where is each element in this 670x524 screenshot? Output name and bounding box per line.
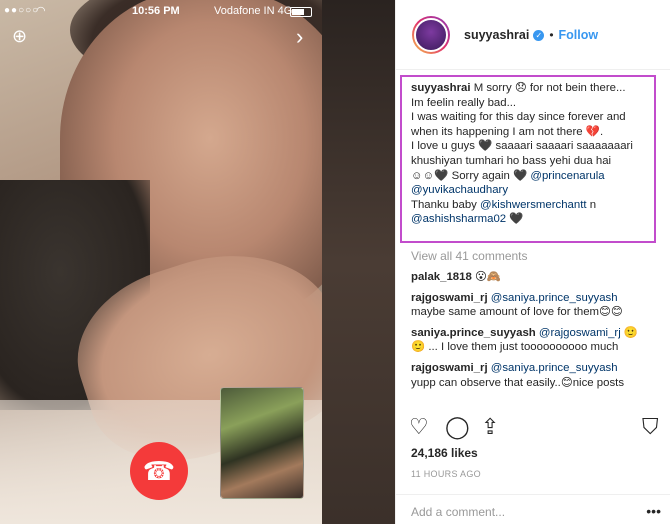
comment-user[interactable]: rajgoswami_rj [411,362,488,374]
caption-line: I was waiting for this day since forever… [411,111,626,124]
mention-link[interactable]: @princenarula [530,170,604,182]
caption-line: 🖤 [506,213,524,226]
mention-link[interactable]: @kishwersmerchantt [480,199,587,211]
add-comment-input[interactable]: Add a comment... ••• [396,494,670,524]
separator-dot: • [549,27,554,42]
avatar[interactable] [412,15,450,54]
heart-icon[interactable]: ♡ [409,414,429,440]
comments-list: palak_1818 😮🙈 rajgoswami_rj @saniya.prin… [411,270,666,396]
caption-line: ☺☺🖤 Sorry again 🖤 [411,169,531,182]
self-view-pip[interactable] [220,387,304,499]
comment-icon[interactable]: ◯ [445,414,470,440]
video-call-screenshot: ●●○○○ ◠ 10:56 PM Vodafone IN 4G ⊕ › ☎ [0,0,395,524]
share-icon[interactable]: ⇪ [481,414,499,440]
mention-link[interactable]: @ashishsharma02 [411,213,506,225]
caption-line: Thanku baby [411,198,481,211]
caption-line: I love u guys 🖤 saaaari saaaari saaaaaaa… [411,140,633,153]
mention-link[interactable]: @saniya.prince_suyyash [491,362,618,374]
end-call-button[interactable]: ☎ [130,442,188,500]
post-username[interactable]: suyyashrai ✓ [464,28,545,42]
caption-line: M sorry 😞 for not bein there... [470,82,626,94]
post-header: suyyashrai ✓ • Follow [396,0,670,70]
comment-text: yupp can observe that easily..😊nice post… [411,376,625,389]
instagram-post-panel: suyyashrai ✓ • Follow suyyashrai M sorry … [395,0,670,524]
caption-line: n [586,198,597,211]
status-time: 10:56 PM [132,5,180,17]
comment-item: rajgoswami_rj @saniya.prince_suyyashmayb… [411,291,666,320]
mention-link[interactable]: @rajgoswami_rj [539,327,621,339]
photo-dark-region [322,0,395,524]
comment-user[interactable]: rajgoswami_rj [411,292,488,304]
comment-text: 😮🙈 [471,271,502,283]
add-comment-placeholder: Add a comment... [411,505,506,519]
bookmark-icon[interactable]: ⛉ [642,414,659,440]
post-timestamp: 11 HOURS AGO [411,469,481,479]
status-carrier: Vodafone IN 4G [214,5,293,17]
like-count[interactable]: 24,186 likes [411,446,478,460]
mention-link[interactable]: @yuvikachaudhary [411,184,508,196]
add-person-icon[interactable]: ⊕ [12,26,27,47]
more-options-icon[interactable]: ••• [646,503,661,519]
post-actions: ♡ ◯ ⇪ ⛉ [409,414,664,442]
caption-highlight: suyyashrai M sorry 😞 for not bein there.… [400,75,656,243]
wifi-icon: ◠ [36,5,46,17]
phone-status-bar: ●●○○○ ◠ 10:56 PM Vodafone IN 4G [0,0,322,22]
comment-item: rajgoswami_rj @saniya.prince_suyyashyupp… [411,361,666,390]
end-call-icon: ☎ [142,456,176,486]
caption-author[interactable]: suyyashrai [411,82,471,94]
chevron-right-icon[interactable]: › [296,24,303,50]
view-all-comments-link[interactable]: View all 41 comments [411,249,528,263]
caption-line: khushiyan tumhari ho bass yehi dua hai [411,154,612,167]
comment-item: palak_1818 😮🙈 [411,270,666,285]
battery-icon [290,7,312,17]
signal-icon: ●●○○○ [4,5,40,16]
caption-line: Im feelin really bad... [411,96,517,109]
verified-icon: ✓ [533,29,545,41]
comment-user[interactable]: saniya.prince_suyyash [411,327,536,339]
mention-link[interactable]: @saniya.prince_suyyash [491,292,618,304]
comment-item: saniya.prince_suyyash @rajgoswami_rj 🙂 🙂 … [411,326,639,354]
follow-button[interactable]: Follow [559,28,599,42]
comment-text: 🙂 ... I love them just toooooooooo much [411,341,619,354]
caption-line: when its happening I am not there 💔. [411,125,604,138]
comment-user[interactable]: palak_1818 [411,271,472,283]
comment-text: maybe same amount of love for them😊😊 [411,306,623,319]
